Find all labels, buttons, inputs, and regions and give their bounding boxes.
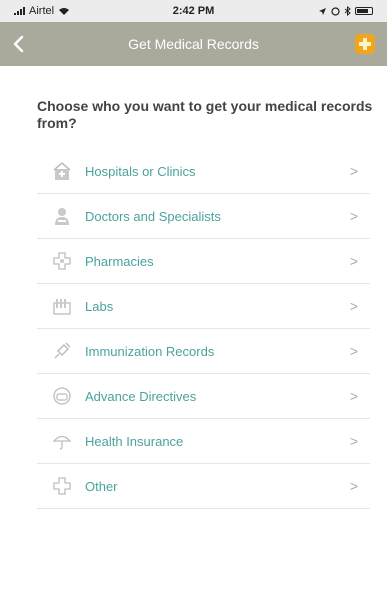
status-bar: Airtel 2:42 PM bbox=[0, 0, 387, 22]
chevron-right-icon: > bbox=[349, 163, 358, 179]
chevron-right-icon: > bbox=[349, 478, 358, 494]
nav-bar: Get Medical Records bbox=[0, 22, 387, 66]
status-right bbox=[318, 6, 373, 16]
doctor-icon bbox=[51, 205, 73, 227]
carrier-label: Airtel bbox=[29, 5, 55, 17]
back-button[interactable] bbox=[12, 22, 42, 66]
chevron-left-icon bbox=[13, 35, 24, 53]
records-list: Hospitals or Clinics > Doctors and Speci… bbox=[37, 149, 370, 509]
list-item-health-insurance[interactable]: Health Insurance > bbox=[37, 419, 370, 464]
medical-cross-icon bbox=[359, 38, 371, 50]
umbrella-icon bbox=[51, 430, 73, 452]
advance-directives-icon bbox=[51, 385, 73, 407]
alarm-icon bbox=[331, 6, 340, 16]
list-item-immunization[interactable]: Immunization Records > bbox=[37, 329, 370, 374]
list-item-other[interactable]: Other > bbox=[37, 464, 370, 509]
record-label: Health Insurance bbox=[85, 433, 184, 449]
signal-icon bbox=[14, 7, 25, 15]
list-item-labs[interactable]: Labs > bbox=[37, 284, 370, 329]
chevron-right-icon: > bbox=[349, 343, 358, 359]
immunization-icon bbox=[51, 340, 73, 362]
list-item-hospitals[interactable]: Hospitals or Clinics > bbox=[37, 149, 370, 194]
list-item-doctors[interactable]: Doctors and Specialists > bbox=[37, 194, 370, 239]
chevron-right-icon: > bbox=[349, 433, 358, 449]
battery-icon bbox=[355, 7, 373, 15]
record-label: Advance Directives bbox=[85, 388, 197, 404]
pharmacy-icon bbox=[51, 250, 73, 272]
chevron-right-icon: > bbox=[349, 388, 358, 404]
chevron-right-icon: > bbox=[349, 208, 358, 224]
plus-outline-icon bbox=[51, 475, 73, 497]
page-prompt: Choose who you want to get your medical … bbox=[37, 98, 373, 131]
nav-title: Get Medical Records bbox=[128, 36, 259, 52]
record-label: Doctors and Specialists bbox=[85, 208, 221, 224]
hospital-icon bbox=[51, 160, 73, 182]
record-label: Immunization Records bbox=[85, 343, 215, 359]
record-label: Labs bbox=[85, 298, 114, 314]
location-icon bbox=[319, 7, 326, 15]
medical-cross-badge-icon[interactable] bbox=[355, 34, 375, 54]
status-left: Airtel bbox=[14, 5, 70, 17]
chevron-right-icon: > bbox=[349, 298, 358, 314]
lab-icon bbox=[51, 295, 73, 317]
wifi-icon bbox=[59, 7, 70, 15]
record-label: Pharmacies bbox=[85, 253, 154, 269]
list-item-advance-directives[interactable]: Advance Directives > bbox=[37, 374, 370, 419]
list-item-pharmacies[interactable]: Pharmacies > bbox=[37, 239, 370, 284]
record-label: Hospitals or Clinics bbox=[85, 163, 196, 179]
chevron-right-icon: > bbox=[349, 253, 358, 269]
bluetooth-icon bbox=[344, 6, 351, 16]
record-label: Other bbox=[85, 478, 118, 494]
